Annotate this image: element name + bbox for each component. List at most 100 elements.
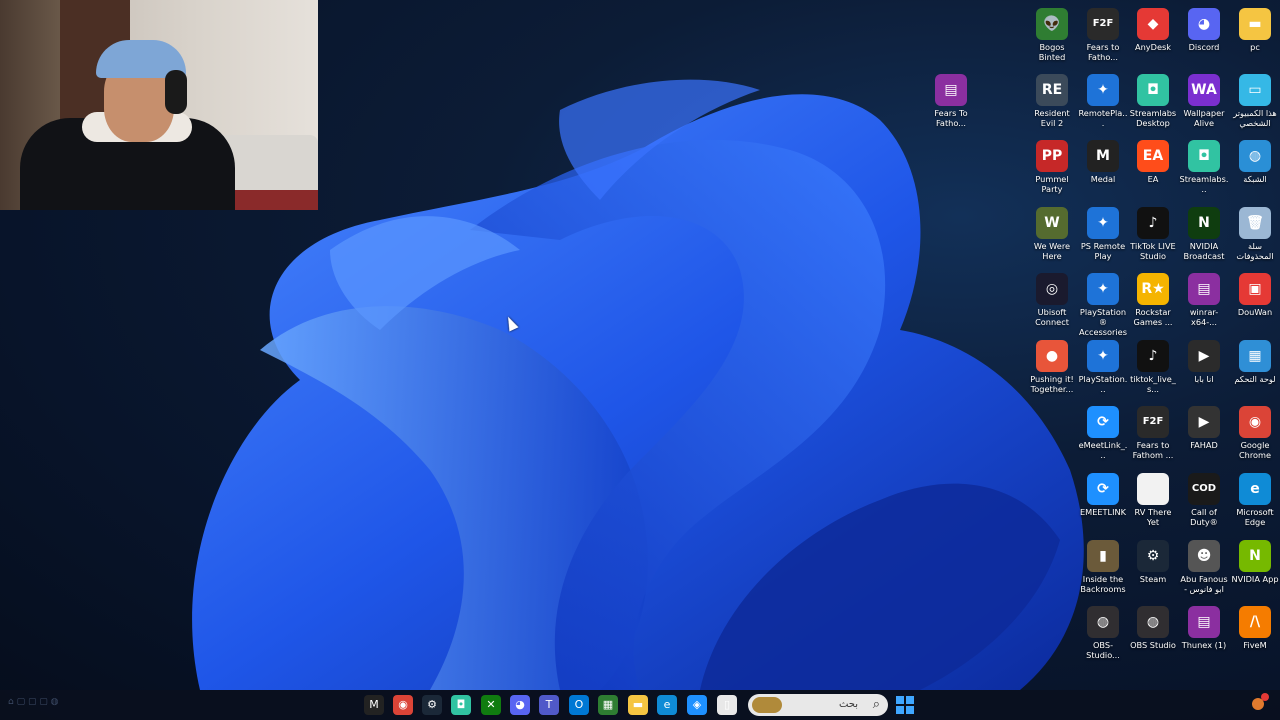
desktop-icon[interactable]: RV There Yet — [1128, 473, 1178, 527]
desktop-icon-label: Abu Fanous - ابو فانوس — [1180, 574, 1228, 594]
desktop-icon[interactable]: ◆ AnyDesk — [1128, 8, 1178, 52]
desktop-icon[interactable]: ◎ Ubisoft Connect — [1027, 273, 1077, 327]
calculator-taskbar-icon[interactable]: ▦ — [598, 695, 618, 715]
desktop-icon-label: FAHAD — [1190, 440, 1218, 450]
streamlabs-taskbar-icon[interactable]: ◘ — [451, 695, 471, 715]
desktop-icon[interactable]: ◘ Streamlabs Desktop — [1128, 74, 1178, 128]
desktop-icon-label: winrar-x64-... — [1189, 307, 1219, 327]
desktop-icon[interactable]: PP Pummel Party — [1027, 140, 1077, 194]
desktop-icon[interactable]: ◉ Google Chrome — [1230, 406, 1280, 460]
desktop-icon-label: Wallpaper Alive — [1183, 108, 1225, 128]
ps-remote-play-icon: ✦ — [1087, 207, 1119, 239]
ea-icon: EA — [1137, 140, 1169, 172]
emeetlink-icon: ⟳ — [1087, 473, 1119, 505]
desktop-icon[interactable]: ✦ PlayStation... — [1078, 340, 1128, 394]
desktop-icon[interactable]: ✦ RemotePla... — [1078, 74, 1128, 128]
teams-taskbar-icon[interactable]: T — [539, 695, 559, 715]
desktop-icon[interactable]: ▭ هذا الكمبيوتر الشخصي — [1230, 74, 1280, 128]
desktop-icon[interactable]: ⟳ eMeetLink_... — [1078, 406, 1128, 460]
desktop-icon[interactable]: ▦ لوحة التحكم — [1230, 340, 1280, 384]
edge-taskbar-icon[interactable]: e — [657, 695, 677, 715]
photos-taskbar-icon[interactable]: ◈ — [687, 695, 707, 715]
desktop-icon[interactable]: ▤ Thunex (1) — [1179, 606, 1229, 650]
desktop-icon[interactable]: ▤ Fears To Fatho... — [926, 74, 976, 128]
desktop-icon-label: Streamlabs... — [1179, 174, 1229, 194]
desktop-icon[interactable]: ☻ Abu Fanous - ابو فانوس — [1179, 540, 1229, 594]
desktop-icon[interactable]: COD Call of Duty® — [1179, 473, 1229, 527]
desktop-icon-label: tiktok_live_s... — [1130, 374, 1176, 394]
desktop-icon[interactable]: R★ Rockstar Games ... — [1128, 273, 1178, 327]
medal-taskbar-icon[interactable]: M — [364, 695, 384, 715]
emeetlink-setup-icon: ⟳ — [1087, 406, 1119, 438]
desktop-icon-label: NVIDIA App — [1231, 574, 1279, 584]
xbox-taskbar-icon[interactable]: ✕ — [481, 695, 501, 715]
desktop-icon[interactable]: ▬ pc — [1230, 8, 1280, 52]
desktop-icon[interactable]: /\ FiveM — [1230, 606, 1280, 650]
desktop-icon-label: PlayStation® Accessories — [1079, 307, 1127, 337]
desktop-icon[interactable]: RE Resident Evil 2 — [1027, 74, 1077, 128]
desktop-icon[interactable]: ▣ DouWan — [1230, 273, 1280, 317]
desktop-icon[interactable]: ♪ TikTok LIVE Studio — [1128, 207, 1178, 261]
desktop-icon-label: Bogos Binted — [1038, 42, 1066, 62]
resident-evil-icon: RE — [1036, 74, 1068, 106]
outlook-taskbar-icon[interactable]: O — [569, 695, 589, 715]
desktop-icon[interactable]: ♪ tiktok_live_s... — [1128, 340, 1178, 394]
desktop-icon-label: لوحة التحكم — [1234, 374, 1276, 384]
winrar-fears-icon: ▤ — [935, 74, 967, 106]
notification-icon[interactable] — [1250, 692, 1270, 712]
desktop-icon[interactable]: F2F Fears to Fatho... — [1078, 8, 1128, 62]
folder-icon: ▬ — [1239, 8, 1271, 40]
discord-icon: ◕ — [1188, 8, 1220, 40]
taskbar-search-box[interactable]: بحث ⌕ — [748, 694, 888, 716]
notepad-taskbar-icon[interactable]: ▯ — [717, 695, 737, 715]
recycle-bin-icon: 🗑 — [1239, 207, 1271, 239]
chrome-icon: ◉ — [1239, 406, 1271, 438]
start-button[interactable] — [895, 695, 915, 715]
desktop-icon[interactable]: WA Wallpaper Alive — [1179, 74, 1229, 128]
desktop-icon[interactable]: N NVIDIA Broadcast — [1179, 207, 1229, 261]
desktop-icon[interactable]: ◍ OBS Studio — [1128, 606, 1178, 650]
discord-taskbar-icon[interactable]: ◕ — [510, 695, 530, 715]
desktop-icon-label: RV There Yet — [1134, 507, 1172, 527]
desktop-icon-label: Medal — [1090, 174, 1116, 184]
desktop-icon[interactable]: ▶ FAHAD — [1179, 406, 1229, 450]
video-file-icon: ▶ — [1188, 340, 1220, 372]
desktop-icon[interactable]: ◕ Discord — [1179, 8, 1229, 52]
desktop-icon[interactable]: M Medal — [1078, 140, 1128, 184]
desktop-icon-label: pc — [1250, 42, 1260, 52]
desktop-icon[interactable]: F2F Fears to Fathom ... — [1128, 406, 1178, 460]
desktop-icon[interactable]: ◘ Streamlabs... — [1179, 140, 1229, 194]
this-pc-icon: ▭ — [1239, 74, 1271, 106]
desktop-icon[interactable]: e Microsoft Edge — [1230, 473, 1280, 527]
desktop-icon[interactable]: 🗑 سلة المحذوفات — [1230, 207, 1280, 261]
steam-taskbar-icon[interactable]: ⚙ — [422, 695, 442, 715]
search-placeholder: بحث — [838, 699, 858, 710]
tiktok-live-setup-icon: ♪ — [1137, 340, 1169, 372]
desktop-icon[interactable]: EA EA — [1128, 140, 1178, 184]
desktop-icon[interactable]: ◍ OBS-Studio... — [1078, 606, 1128, 660]
alien-icon: 👽 — [1036, 8, 1068, 40]
desktop-icon[interactable]: N NVIDIA App — [1230, 540, 1280, 584]
steam-icon: ⚙ — [1137, 540, 1169, 572]
desktop-icon[interactable]: ✦ PS Remote Play — [1078, 207, 1128, 261]
file-explorer-taskbar-icon[interactable]: ▬ — [628, 695, 648, 715]
desktop-icon[interactable]: 👽 Bogos Binted — [1027, 8, 1077, 62]
winrar-archive-icon: ▤ — [1188, 606, 1220, 638]
ps-accessories-icon: ✦ — [1087, 273, 1119, 305]
desktop-icon[interactable]: ◍ الشبكة — [1230, 140, 1280, 184]
desktop-icon[interactable]: ● Pushing it! Together... — [1027, 340, 1077, 394]
f2f-icon: F2F — [1087, 8, 1119, 40]
desktop-icon[interactable]: ▤ winrar-x64-... — [1179, 273, 1229, 327]
desktop-icon[interactable]: ✦ PlayStation® Accessories — [1078, 273, 1128, 337]
desktop-icon[interactable]: ⟳ EMEETLINK — [1078, 473, 1128, 517]
desktop-icon[interactable]: ⚙ Steam — [1128, 540, 1178, 584]
chrome-taskbar-icon[interactable]: ◉ — [393, 695, 413, 715]
desktop-icon[interactable]: W We Were Here — [1027, 207, 1077, 261]
network-icon: ◍ — [1239, 140, 1271, 172]
desktop-icon[interactable]: ▶ انا بابا — [1179, 340, 1229, 384]
desktop-icon[interactable]: ▮ Inside the Backrooms — [1078, 540, 1128, 594]
desktop-icon-label: Fears To Fatho... — [934, 108, 968, 128]
desktop-icon-label: Fears to Fathom ... — [1132, 440, 1174, 460]
search-icon: ⌕ — [872, 697, 880, 712]
pummel-party-icon: PP — [1036, 140, 1068, 172]
